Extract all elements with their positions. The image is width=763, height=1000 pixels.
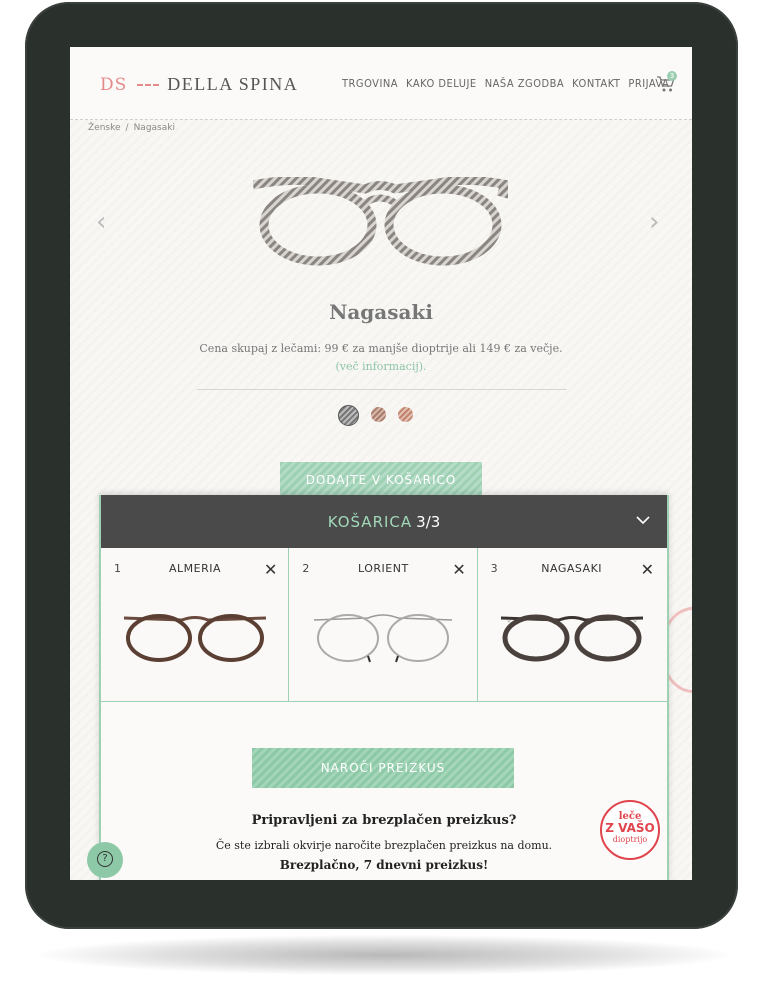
breadcrumb-zenske[interactable]: Ženske <box>88 123 121 133</box>
color-swatches <box>338 405 413 426</box>
nagasaki-glasses-image <box>500 614 643 662</box>
logo-name: DELLA SPINA <box>167 74 299 94</box>
stamp-line-2: Z VAŠO <box>605 821 655 835</box>
help-icon: ? <box>97 851 113 867</box>
cart-item-name: LORIENT <box>357 562 409 575</box>
prev-arrow-icon[interactable]: ‹ <box>96 207 106 237</box>
lorient-glasses-image <box>314 614 453 663</box>
breadcrumb: Ženske / Nagasaki <box>88 123 180 133</box>
site-header: DS DELLA SPINA TRGOVINA KAKO DELUJE NAŠA… <box>70 47 692 120</box>
cart-count: 3/3 <box>416 513 441 531</box>
breadcrumb-separator: / <box>125 123 129 133</box>
remove-item-icon[interactable]: ✕ <box>264 560 277 579</box>
cart-item-name: NAGASAKI <box>541 562 603 575</box>
device-shadow <box>40 935 730 975</box>
cart-items: 1 ALMERIA ✕ 2 LORIENT ✕ 3 NAGASAKI ✕ <box>101 548 667 702</box>
cart-item-name: ALMERIA <box>168 562 221 575</box>
more-info-link[interactable]: (več informacij). <box>70 360 692 373</box>
cart-panel: KOŠARICA 3/3 1 ALMERIA ✕ 2 LORIENT ✕ 3 N… <box>99 495 669 880</box>
add-to-cart-button[interactable]: DODAJTE V KOŠARICO <box>280 462 482 498</box>
product-title: Nagasaki <box>329 300 433 324</box>
swatch-grey[interactable] <box>338 405 359 426</box>
nav-kontakt[interactable]: KONTAKT <box>572 77 620 90</box>
logo[interactable]: DS DELLA SPINA <box>100 74 298 95</box>
order-trial-button[interactable]: NAROČI PREIZKUS <box>252 748 514 788</box>
cart-item: 3 NAGASAKI ✕ <box>477 548 667 701</box>
lenses-stamp: leče Z VAŠO dioptrijo <box>600 800 660 860</box>
next-arrow-icon[interactable]: › <box>649 207 659 237</box>
swatch-copper[interactable] <box>398 407 413 422</box>
nav-trgovina[interactable]: TRGOVINA <box>342 77 398 90</box>
nav-kako-deluje[interactable]: KAKO DELUJE <box>406 77 477 90</box>
swatch-brown[interactable] <box>371 407 386 422</box>
almeria-glasses-image <box>123 614 267 662</box>
remove-item-icon[interactable]: ✕ <box>452 560 465 579</box>
chevron-down-icon[interactable] <box>636 513 650 527</box>
product-glasses-image <box>253 177 508 266</box>
cart-title: KOŠARICA <box>327 513 413 531</box>
nav-nasa-zgodba[interactable]: NAŠA ZGODBA <box>485 77 564 90</box>
remove-item-icon[interactable]: ✕ <box>641 560 654 579</box>
logo-mark: DS <box>100 74 128 95</box>
screen: DS DELLA SPINA TRGOVINA KAKO DELUJE NAŠA… <box>70 47 692 880</box>
breadcrumb-current: Nagasaki <box>133 123 175 133</box>
logo-dash <box>137 83 160 86</box>
main-nav: TRGOVINA KAKO DELUJE NAŠA ZGODBA KONTAKT… <box>342 77 669 90</box>
free-trial-text: Brezplačno, 7 dnevni preizkus! <box>279 858 489 872</box>
stamp-line-3: dioptrijo <box>612 835 648 844</box>
cart-item: 1 ALMERIA ✕ <box>101 548 290 701</box>
cart-badge: 3 <box>667 71 677 81</box>
ready-heading: Pripravljeni za brezplačen preizkus? <box>251 813 517 828</box>
cart-item: 2 LORIENT ✕ <box>289 548 478 701</box>
help-button[interactable]: ? <box>87 842 123 878</box>
product-price: Cena skupaj z lečami: 99 € za manjše dio… <box>199 342 563 355</box>
divider <box>197 389 567 390</box>
cart-panel-header[interactable]: KOŠARICA 3/3 <box>101 495 667 548</box>
trial-description: Če ste izbrali okvirje naročite brezplač… <box>215 839 553 852</box>
